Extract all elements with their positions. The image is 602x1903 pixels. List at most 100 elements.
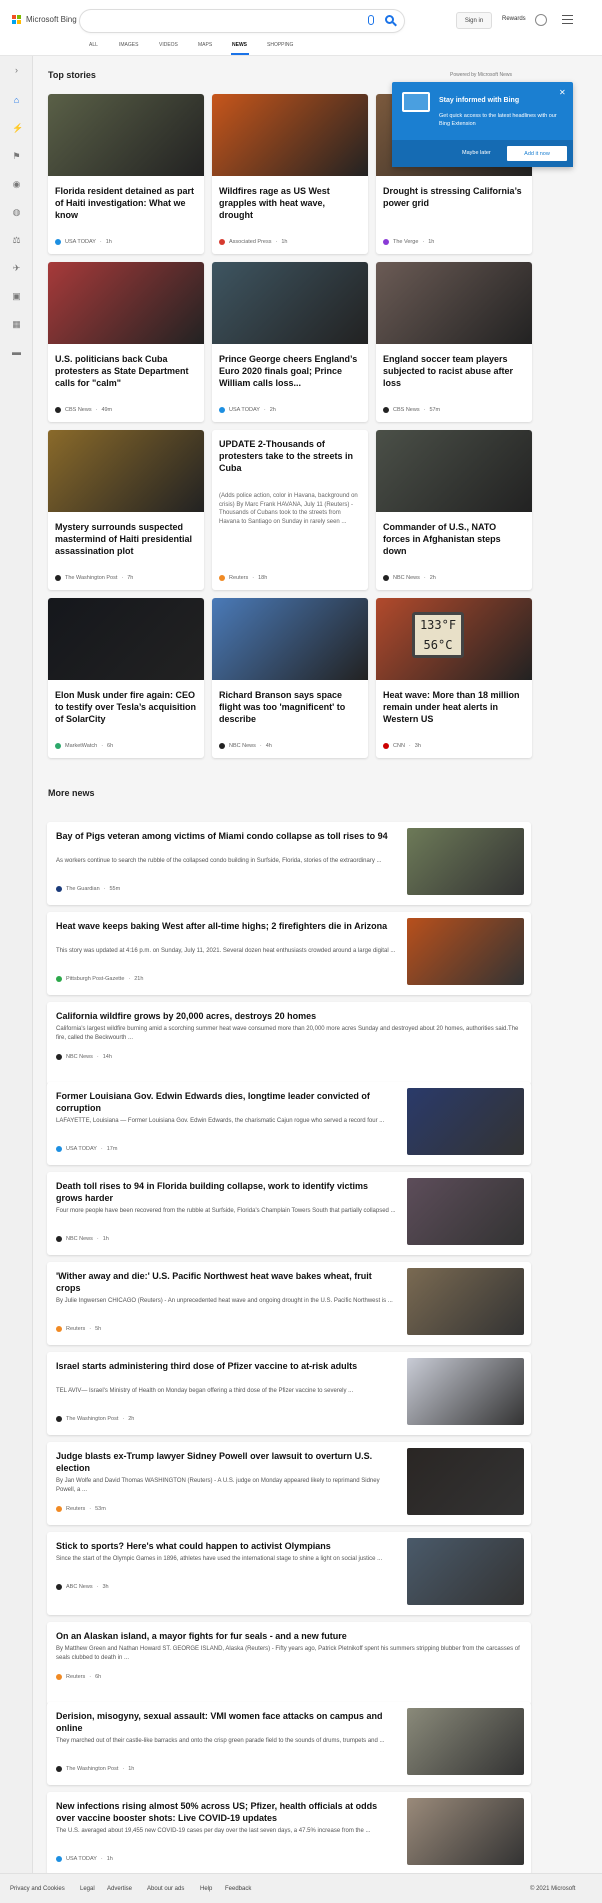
story-image[interactable] (48, 598, 204, 680)
rewards-link[interactable]: Rewards (502, 16, 526, 22)
story-source[interactable]: Reuters · 18h (219, 575, 267, 581)
maybe-later-button[interactable]: Maybe later (462, 150, 491, 156)
story-image[interactable]: 133°F 56°C (376, 598, 532, 680)
news-list-item[interactable]: Former Louisiana Gov. Edwin Edwards dies… (47, 1082, 531, 1165)
story-card[interactable]: Richard Branson says space flight was to… (212, 598, 368, 758)
story-source[interactable]: Associated Press · 1h (219, 239, 287, 245)
us-news-icon[interactable]: ⚑ (12, 152, 21, 161)
science-icon[interactable]: ✈ (12, 264, 21, 273)
news-thumbnail[interactable] (407, 1268, 524, 1335)
menu-icon[interactable] (562, 15, 573, 27)
news-title[interactable]: Former Louisiana Gov. Edwin Edwards dies… (56, 1090, 396, 1114)
footer-link-legal[interactable]: Legal (80, 1886, 95, 1892)
news-thumbnail[interactable] (407, 828, 524, 895)
news-thumbnail[interactable] (407, 1448, 524, 1515)
news-list-item[interactable]: Heat wave keeps baking West after all-ti… (47, 912, 531, 995)
story-card[interactable]: Prince George cheers England’s Euro 2020… (212, 262, 368, 422)
news-list-item[interactable]: California wildfire grows by 20,000 acre… (47, 1002, 531, 1085)
news-list-item[interactable]: Bay of Pigs veteran among victims of Mia… (47, 822, 531, 905)
news-thumbnail[interactable] (407, 1178, 524, 1245)
story-image[interactable] (212, 262, 368, 344)
story-title[interactable]: Elon Musk under fire again: CEO to testi… (55, 689, 197, 725)
money-icon[interactable]: ▬ (12, 348, 21, 357)
politics-icon[interactable]: ⚖ (12, 236, 21, 245)
news-title[interactable]: Israel starts administering third dose o… (56, 1360, 396, 1372)
story-source[interactable]: MarketWatch · 6h (55, 743, 113, 749)
news-title[interactable]: Heat wave keeps baking West after all-ti… (56, 920, 396, 932)
news-title[interactable]: New infections rising almost 50% across … (56, 1800, 396, 1824)
news-source[interactable]: The Guardian · 55m (56, 886, 120, 892)
news-source[interactable]: Reuters · 5h (56, 1326, 101, 1332)
news-list-item[interactable]: Stick to sports? Here's what could happe… (47, 1532, 531, 1615)
story-card[interactable]: England soccer team players subjected to… (376, 262, 532, 422)
footer-link-feedback[interactable]: Feedback (225, 1886, 251, 1892)
news-source[interactable]: Reuters · 6h (56, 1674, 101, 1680)
story-title[interactable]: Wildfires rage as US West grapples with … (219, 185, 361, 221)
news-thumbnail[interactable] (407, 1088, 524, 1155)
story-image[interactable] (376, 430, 532, 512)
news-source[interactable]: USA TODAY · 1h (56, 1856, 113, 1862)
footer-link-help[interactable]: Help (200, 1886, 212, 1892)
home-icon[interactable]: ⌂ (12, 96, 21, 105)
story-card[interactable]: Mystery surrounds suspected mastermind o… (48, 430, 204, 590)
news-list-item[interactable]: Judge blasts ex-Trump lawyer Sidney Powe… (47, 1442, 531, 1525)
news-source[interactable]: NBC News · 1h (56, 1236, 109, 1242)
story-title[interactable]: Mystery surrounds suspected mastermind o… (55, 521, 197, 557)
story-source[interactable]: The Verge · 1h (383, 239, 434, 245)
news-list-item[interactable]: Israel starts administering third dose o… (47, 1352, 531, 1435)
news-title[interactable]: California wildfire grows by 20,000 acre… (56, 1010, 396, 1022)
story-image[interactable] (212, 598, 368, 680)
story-card[interactable]: Florida resident detained as part of Hai… (48, 94, 204, 254)
story-title[interactable]: Drought is stressing California’s power … (383, 185, 525, 209)
story-image[interactable] (212, 94, 368, 176)
story-card[interactable]: Elon Musk under fire again: CEO to testi… (48, 598, 204, 758)
story-image[interactable] (48, 262, 204, 344)
local-icon[interactable]: ◉ (12, 180, 21, 189)
story-title[interactable]: England soccer team players subjected to… (383, 353, 525, 389)
tab-maps[interactable]: MAPS (198, 42, 212, 48)
footer-link-about-ads[interactable]: About our ads (147, 1886, 184, 1892)
bing-logo[interactable]: Microsoft Bing (12, 15, 77, 24)
story-source[interactable]: The Washington Post · 7h (55, 575, 133, 581)
news-source[interactable]: USA TODAY · 17m (56, 1146, 117, 1152)
story-title[interactable]: UPDATE 2-Thousands of protesters take to… (219, 438, 361, 474)
story-title[interactable]: U.S. politicians back Cuba protesters as… (55, 353, 197, 389)
tab-news[interactable]: NEWS (232, 42, 247, 48)
news-title[interactable]: Derision, misogyny, sexual assault: VMI … (56, 1710, 396, 1734)
story-image[interactable] (376, 262, 532, 344)
close-icon[interactable]: ✕ (559, 88, 566, 97)
news-list-item[interactable]: New infections rising almost 50% across … (47, 1792, 531, 1875)
add-it-now-button[interactable]: Add it now (507, 146, 567, 161)
microphone-icon[interactable] (368, 15, 374, 25)
story-source[interactable]: CNN · 3h (383, 743, 421, 749)
story-image[interactable] (48, 94, 204, 176)
sign-in-button[interactable]: Sign in (456, 12, 492, 29)
news-source[interactable]: ABC News · 3h (56, 1584, 109, 1590)
news-source[interactable]: NBC News · 14h (56, 1054, 112, 1060)
news-source[interactable]: Reuters · 53m (56, 1506, 106, 1512)
news-title[interactable]: Death toll rises to 94 in Florida buildi… (56, 1180, 396, 1204)
expand-sidebar-icon[interactable]: › (12, 66, 21, 75)
news-source[interactable]: The Washington Post · 2h (56, 1416, 134, 1422)
news-title[interactable]: Bay of Pigs veteran among victims of Mia… (56, 830, 396, 842)
world-icon[interactable]: ◍ (12, 208, 21, 217)
search-input[interactable] (80, 10, 404, 32)
business-icon[interactable]: ▦ (12, 320, 21, 329)
news-thumbnail[interactable] (407, 1358, 524, 1425)
tab-shopping[interactable]: SHOPPING (267, 42, 293, 48)
rewards-trophy-icon[interactable] (535, 14, 547, 26)
story-card[interactable]: UPDATE 2-Thousands of protesters take to… (212, 430, 368, 590)
story-card[interactable]: 133°F 56°C Heat wave: More than 18 million… (376, 598, 532, 758)
story-source[interactable]: USA TODAY · 2h (219, 407, 276, 413)
tab-all[interactable]: ALL (89, 42, 98, 48)
story-image[interactable] (48, 430, 204, 512)
news-thumbnail[interactable] (407, 918, 524, 985)
entertainment-icon[interactable]: ▣ (12, 292, 21, 301)
story-source[interactable]: NBC News · 4h (219, 743, 272, 749)
story-source[interactable]: NBC News · 2h (383, 575, 436, 581)
tab-videos[interactable]: VIDEOS (159, 42, 178, 48)
story-title[interactable]: Heat wave: More than 18 million remain u… (383, 689, 525, 725)
story-title[interactable]: Florida resident detained as part of Hai… (55, 185, 197, 221)
news-title[interactable]: On an Alaskan island, a mayor fights for… (56, 1630, 396, 1642)
story-card[interactable]: Wildfires rage as US West grapples with … (212, 94, 368, 254)
